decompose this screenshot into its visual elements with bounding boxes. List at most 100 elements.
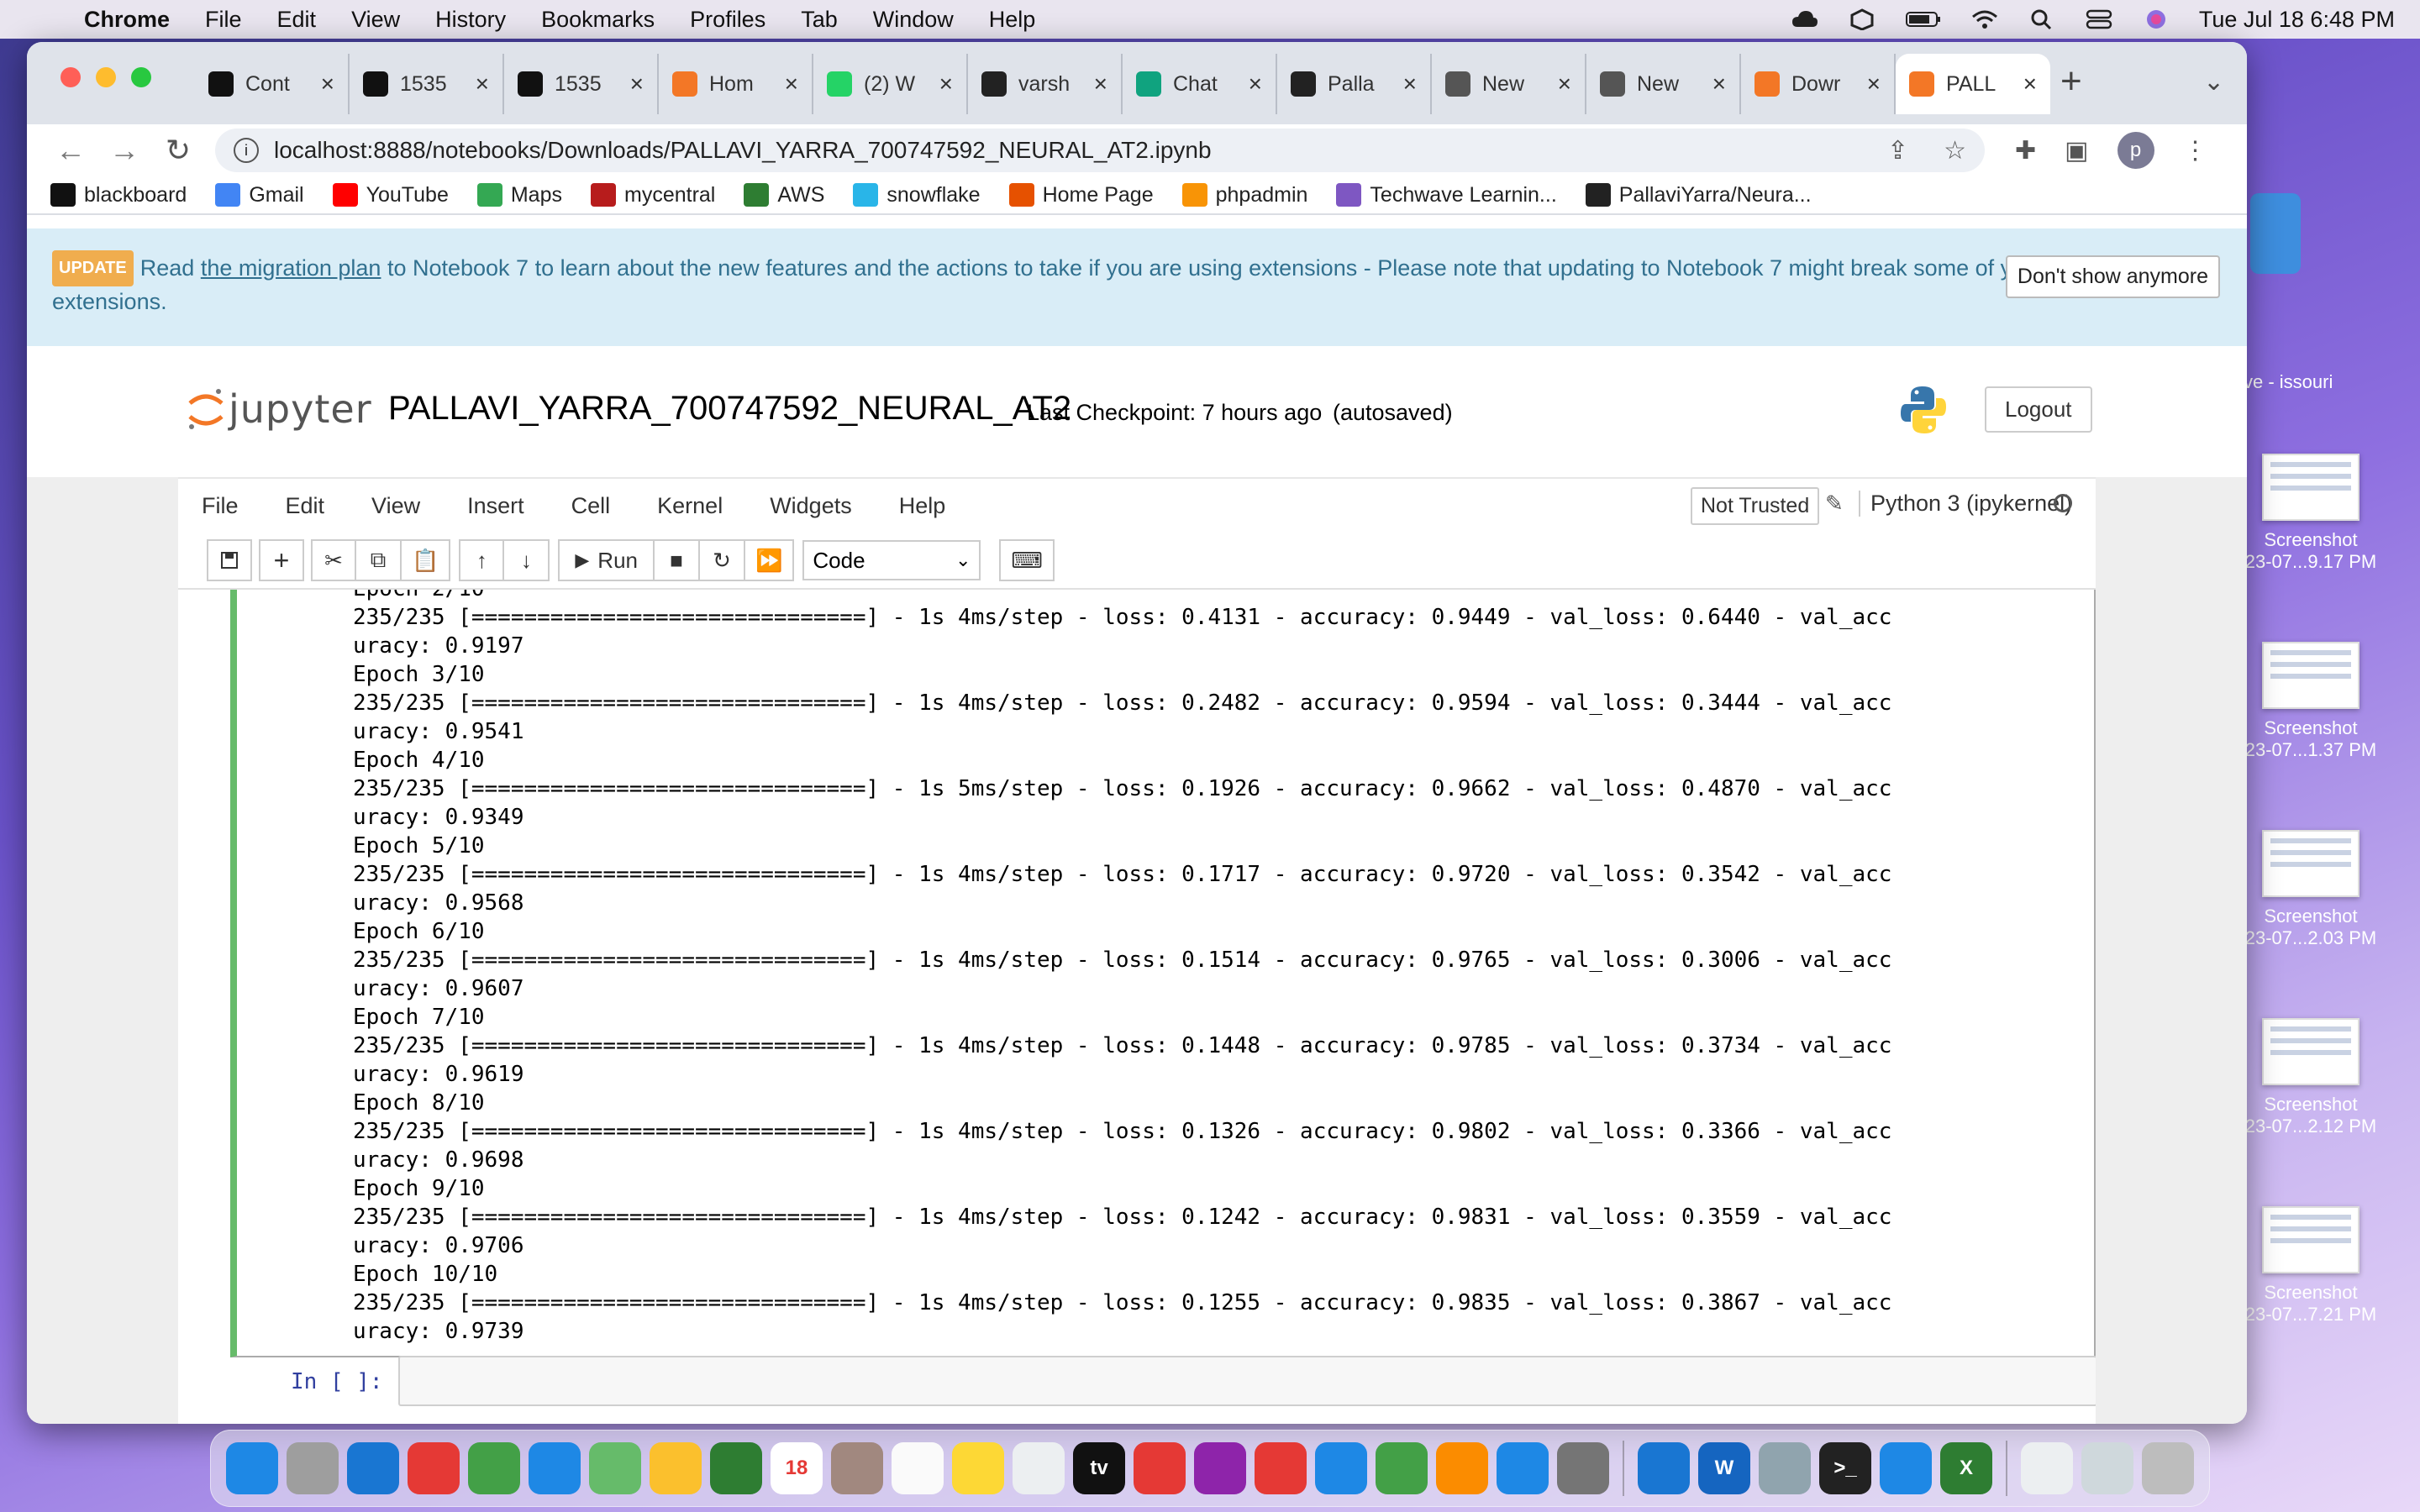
vscode-icon[interactable] (1880, 1442, 1932, 1494)
bookmark-item[interactable]: snowflake (853, 183, 981, 207)
move-down-arrow-icon[interactable]: ↓ (504, 539, 550, 581)
battery-icon[interactable] (1905, 8, 1942, 30)
facetime-icon[interactable] (710, 1442, 762, 1494)
browser-tab[interactable]: Cont × (195, 54, 350, 114)
run-button[interactable]: ▶ Run (558, 539, 655, 581)
bookmark-item[interactable]: Maps (476, 183, 562, 207)
dont-show-anymore-button[interactable]: Don't show anymore (2005, 255, 2220, 298)
tab-close-icon[interactable]: × (1249, 71, 1262, 97)
bookmark-item[interactable]: Gmail (215, 183, 304, 207)
icloud-icon[interactable] (1791, 8, 1819, 30)
numbers-icon[interactable] (1376, 1442, 1428, 1494)
box-icon[interactable] (1848, 8, 1876, 30)
music-icon[interactable] (1134, 1442, 1186, 1494)
appletv-icon[interactable]: tv (1073, 1442, 1125, 1494)
appstore-icon[interactable] (1497, 1442, 1549, 1494)
save-floppy-icon[interactable] (207, 539, 252, 581)
not-trusted-button[interactable]: Not Trusted (1691, 487, 1820, 525)
maps-icon[interactable] (589, 1442, 641, 1494)
launchpad-icon[interactable] (287, 1442, 339, 1494)
calendar-icon[interactable]: 18 (771, 1442, 823, 1494)
extensions-puzzle-icon[interactable]: ✚ (2015, 136, 2036, 165)
profile-avatar[interactable]: p (2117, 132, 2154, 169)
bookmark-item[interactable]: AWS (744, 183, 824, 207)
insert-cell-plus-icon[interactable]: + (259, 539, 304, 581)
menu-edit[interactable]: Edit (277, 7, 317, 33)
nb-menu-kernel[interactable]: Kernel (634, 493, 746, 519)
nb-menu-widgets[interactable]: Widgets (746, 493, 876, 519)
menu-app-name[interactable]: Chrome (84, 7, 170, 33)
browser-tab[interactable]: Dowr × (1741, 54, 1896, 114)
nb-menu-help[interactable]: Help (876, 493, 970, 519)
nb-menu-cell[interactable]: Cell (548, 493, 634, 519)
minimize-window-button[interactable] (96, 67, 116, 87)
downloads-stack-icon[interactable] (2021, 1442, 2073, 1494)
keynote-icon[interactable] (1315, 1442, 1367, 1494)
back-arrow-icon[interactable]: ← (44, 133, 97, 168)
forward-arrow-icon[interactable]: → (97, 133, 151, 168)
notebook-title[interactable]: PALLAVI_YARRA_700747592_NEURAL_AT2 (388, 390, 1071, 428)
tab-close-icon[interactable]: × (1867, 71, 1881, 97)
reminders-icon[interactable] (892, 1442, 944, 1494)
browser-tab[interactable]: PALL × (1896, 54, 2050, 114)
tab-search-chevron-icon[interactable]: ⌄ (2203, 67, 2224, 97)
move-up-arrow-icon[interactable]: ↑ (459, 539, 505, 581)
desktop-screenshot-3[interactable]: Screenshot 23-07...2.03 PM (2244, 830, 2378, 949)
desktop-screenshot-4[interactable]: Screenshot 23-07...2.12 PM (2244, 1018, 2378, 1137)
tab-close-icon[interactable]: × (630, 71, 644, 97)
screenshots-stack-icon[interactable] (2081, 1442, 2133, 1494)
preview-icon[interactable] (1759, 1442, 1811, 1494)
side-panel-icon[interactable]: ▣ (2065, 136, 2088, 165)
new-tab-plus-icon[interactable]: + (2060, 60, 2082, 102)
bookmark-star-icon[interactable]: ☆ (1944, 136, 1966, 165)
chrome-icon[interactable] (408, 1442, 460, 1494)
browser-tab[interactable]: New × (1432, 54, 1586, 114)
freeform-icon[interactable] (1013, 1442, 1065, 1494)
browser-tab[interactable]: New × (1586, 54, 1741, 114)
terminal-icon[interactable]: >_ (1819, 1442, 1871, 1494)
browser-tab[interactable]: 1535 × (504, 54, 659, 114)
tab-close-icon[interactable]: × (785, 71, 798, 97)
tab-close-icon[interactable]: × (476, 71, 489, 97)
contacts-icon[interactable] (831, 1442, 883, 1494)
browser-tab[interactable]: Chat × (1123, 54, 1277, 114)
desktop-screenshot-5[interactable]: Screenshot 23-07...7.21 PM (2244, 1206, 2378, 1326)
wifi-icon[interactable] (1970, 8, 1999, 30)
fast-forward-icon[interactable]: ⏩ (745, 539, 795, 581)
podcasts-icon[interactable] (1194, 1442, 1246, 1494)
bookmark-item[interactable]: Home Page (1008, 183, 1154, 207)
tab-close-icon[interactable]: × (321, 71, 334, 97)
word-icon[interactable]: W (1698, 1442, 1750, 1494)
messages-icon[interactable] (468, 1442, 520, 1494)
kernel-name[interactable]: Python 3 (ipykernel) (1859, 491, 2072, 517)
menu-file[interactable]: File (205, 7, 242, 33)
mail-icon[interactable] (529, 1442, 581, 1494)
restart-icon[interactable]: ↻ (700, 539, 745, 581)
cut-scissors-icon[interactable]: ✂ (311, 539, 356, 581)
tab-close-icon[interactable]: × (1403, 71, 1417, 97)
menu-tab[interactable]: Tab (801, 7, 838, 33)
nb-menu-file[interactable]: File (178, 493, 262, 519)
menu-bookmarks[interactable]: Bookmarks (541, 7, 655, 33)
browser-tab[interactable]: Palla × (1277, 54, 1432, 114)
jupyter-logo[interactable]: jupyter (187, 385, 372, 433)
trash-icon[interactable] (2142, 1442, 2194, 1494)
nb-menu-view[interactable]: View (348, 493, 444, 519)
logout-button[interactable]: Logout (1985, 386, 2092, 433)
reload-icon[interactable]: ↻ (151, 133, 205, 168)
bookmark-item[interactable]: blackboard (50, 183, 187, 207)
tab-close-icon[interactable]: × (1712, 71, 1726, 97)
menubar-clock[interactable]: Tue Jul 18 6:48 PM (2199, 7, 2395, 33)
browser-tab[interactable]: (2) W × (813, 54, 968, 114)
site-info-icon[interactable]: i (234, 138, 259, 163)
photos-icon[interactable] (650, 1442, 702, 1494)
browser-tab[interactable]: Hom × (659, 54, 813, 114)
tab-close-icon[interactable]: × (939, 71, 953, 97)
safari-icon[interactable] (347, 1442, 399, 1494)
bookmark-item[interactable]: mycentral (591, 183, 715, 207)
control-center-icon[interactable] (2085, 8, 2113, 30)
menu-help[interactable]: Help (989, 7, 1036, 33)
spotlight-search-icon[interactable] (2028, 8, 2056, 30)
tab-close-icon[interactable]: × (1558, 71, 1571, 97)
bookmark-item[interactable]: Techwave Learnin... (1336, 183, 1557, 207)
